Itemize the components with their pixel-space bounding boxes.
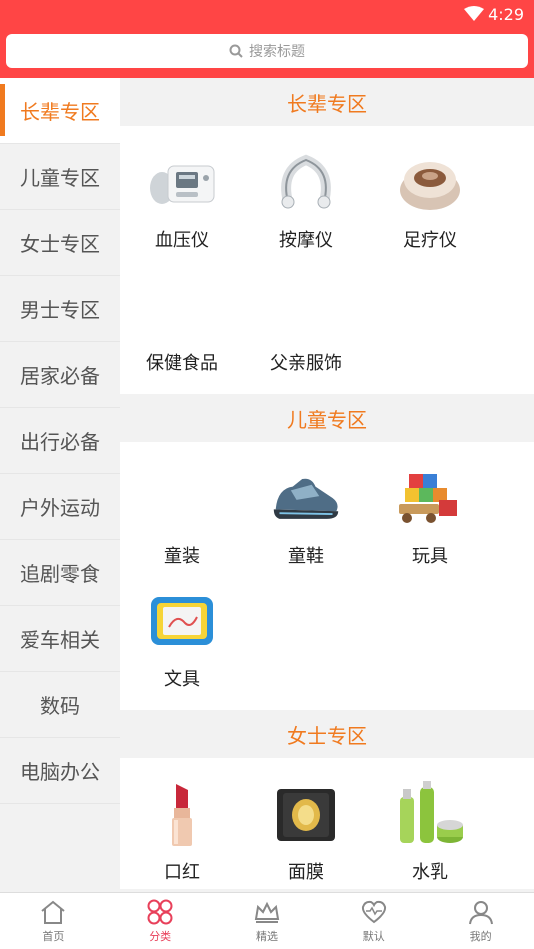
section-title-elders: 长辈专区	[120, 78, 534, 126]
section-title-children: 儿童专区	[120, 394, 534, 442]
wifi-icon	[464, 6, 484, 26]
home-icon	[39, 898, 67, 926]
section-title-women: 女士专区	[120, 710, 534, 758]
product-image-placeholder	[146, 462, 218, 534]
product-cell[interactable]: 保健食品	[120, 257, 244, 380]
sidebar-item-travel-essentials[interactable]: 出行必备	[0, 408, 120, 474]
tab-label: 精选	[255, 930, 278, 943]
heart-pulse-icon	[360, 898, 388, 926]
kids-shoe-icon	[270, 462, 342, 534]
search-icon	[229, 44, 243, 58]
sidebar-item-office[interactable]: 电脑办公	[0, 738, 120, 804]
tab-label: 分类	[149, 930, 172, 943]
product-label: 玩具	[412, 546, 448, 567]
lipstick-icon	[146, 778, 218, 850]
product-image-placeholder	[270, 269, 342, 341]
sidebar-item-men[interactable]: 男士专区	[0, 276, 120, 342]
sidebar-item-home-essentials[interactable]: 居家必备	[0, 342, 120, 408]
section-grid-elders: 血压仪 按摩仪 足疗仪 保健食品 父亲服饰	[120, 126, 534, 394]
product-label: 面膜	[288, 862, 324, 883]
product-label: 足疗仪	[403, 230, 457, 251]
product-cell[interactable]: 玩具	[368, 450, 492, 573]
category-content: 长辈专区 血压仪 按摩仪 足疗仪 保健食品 父亲服饰 儿童专区 童装 童鞋 玩具…	[120, 78, 534, 892]
category-sidebar: 长辈专区 儿童专区 女士专区 男士专区 居家必备 出行必备 户外运动 追剧零食 …	[0, 78, 120, 892]
product-label: 童装	[164, 546, 200, 567]
search-placeholder: 搜索标题	[249, 44, 305, 60]
product-cell[interactable]: 足疗仪	[368, 134, 492, 257]
product-cell[interactable]: 水乳	[368, 766, 492, 889]
face-mask-icon	[270, 778, 342, 850]
foot-spa-icon	[394, 146, 466, 218]
product-label: 血压仪	[155, 230, 209, 251]
drawing-board-icon	[146, 585, 218, 657]
search-input[interactable]: 搜索标题	[6, 34, 528, 68]
sidebar-item-outdoor-sports[interactable]: 户外运动	[0, 474, 120, 540]
product-label: 父亲服饰	[270, 353, 342, 374]
product-cell[interactable]: 面膜	[244, 766, 368, 889]
category-icon	[146, 898, 174, 926]
tab-featured[interactable]: 精选	[227, 893, 307, 949]
blood-pressure-monitor-icon	[146, 146, 218, 218]
product-cell[interactable]: 童鞋	[244, 450, 368, 573]
bottom-tab-bar: 首页 分类 精选 默认 我的	[0, 892, 534, 949]
product-label: 按摩仪	[279, 230, 333, 251]
product-cell[interactable]: 血压仪	[120, 134, 244, 257]
tab-profile[interactable]: 我的	[441, 893, 521, 949]
sidebar-item-digital[interactable]: 数码	[0, 672, 120, 738]
status-time: 4:29	[488, 5, 524, 24]
tab-label: 默认	[362, 930, 385, 943]
product-label: 口红	[164, 862, 200, 883]
crown-icon	[253, 898, 281, 926]
section-grid-children: 童装 童鞋 玩具 文具	[120, 442, 534, 710]
sidebar-item-car[interactable]: 爱车相关	[0, 606, 120, 672]
product-cell[interactable]: 口红	[120, 766, 244, 889]
product-image-placeholder	[146, 269, 218, 341]
tab-default[interactable]: 默认	[334, 893, 414, 949]
sidebar-item-elders[interactable]: 长辈专区	[0, 78, 120, 144]
product-label: 童鞋	[288, 546, 324, 567]
product-cell[interactable]: 父亲服饰	[244, 257, 368, 380]
product-cell[interactable]: 按摩仪	[244, 134, 368, 257]
tab-category[interactable]: 分类	[120, 893, 200, 949]
product-cell[interactable]: 童装	[120, 450, 244, 573]
section-grid-women: 口红 面膜 水乳	[120, 758, 534, 889]
user-icon	[467, 898, 495, 926]
neck-massager-icon	[270, 146, 342, 218]
sidebar-item-women[interactable]: 女士专区	[0, 210, 120, 276]
tab-label: 我的	[469, 930, 492, 943]
tab-home[interactable]: 首页	[13, 893, 93, 949]
toy-blocks-icon	[394, 462, 466, 534]
product-label: 水乳	[412, 862, 448, 883]
sidebar-item-children[interactable]: 儿童专区	[0, 144, 120, 210]
skincare-bottles-icon	[394, 778, 466, 850]
tab-label: 首页	[42, 930, 65, 943]
product-label: 保健食品	[146, 353, 218, 374]
product-cell[interactable]: 文具	[120, 573, 244, 696]
sidebar-item-snacks[interactable]: 追剧零食	[0, 540, 120, 606]
search-header: 搜索标题	[0, 30, 534, 78]
product-label: 文具	[164, 669, 200, 690]
status-bar: 4:29	[0, 0, 534, 30]
